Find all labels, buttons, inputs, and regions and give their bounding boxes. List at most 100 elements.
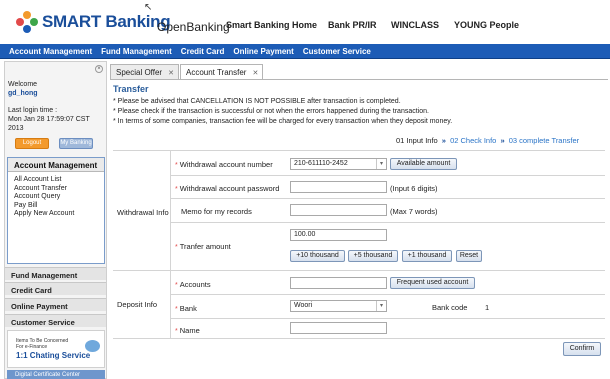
add-10-thousand-button[interactable]: +10 thousand xyxy=(290,250,345,262)
last-login-label: Last login time : xyxy=(8,107,58,114)
chevron-down-icon: ▾ xyxy=(376,301,386,311)
menu-online-payment[interactable]: Online Payment xyxy=(233,47,293,56)
step-input-info: 01 Input Info xyxy=(396,136,438,145)
last-login-value: Mon Jan 28 17:59:07 CST 2013 xyxy=(8,116,90,132)
tab-label: Special Offer xyxy=(116,68,163,77)
chat-bubble-icon xyxy=(85,340,100,352)
sidebar-menu-online-payment[interactable]: Online Payment xyxy=(5,298,106,311)
account-management-title: Account Management xyxy=(8,158,104,172)
recipient-name-label: * Name xyxy=(175,326,200,335)
required-mark: * xyxy=(175,244,178,251)
logo-icon xyxy=(16,11,38,33)
confirm-button[interactable]: Confirm xyxy=(563,342,601,356)
tab-content-border xyxy=(110,79,608,80)
memo-label: Memo for my records xyxy=(181,207,252,216)
transfer-steps: 01 Input Info » 02 Check Info » 03 compl… xyxy=(396,136,579,145)
step-arrow-icon: » xyxy=(500,136,505,145)
sidebar-menu-fund-management[interactable]: Fund Management xyxy=(5,267,106,280)
form-divider xyxy=(170,175,605,176)
memo-hint: (Max 7 words) xyxy=(390,207,438,216)
close-panel-icon[interactable]: × xyxy=(95,65,103,73)
form-divider xyxy=(113,338,605,339)
bank-value: Woori xyxy=(294,302,313,309)
tab-bar: Special Offer ✕ Account Transfer ✕ xyxy=(110,64,264,80)
transfer-amount-input[interactable]: 100.00 xyxy=(290,229,387,241)
nav-smart-banking-home[interactable]: Smart Banking Home xyxy=(226,20,317,30)
tab-special-offer[interactable]: Special Offer ✕ xyxy=(110,64,179,79)
menu-credit-card[interactable]: Credit Card xyxy=(181,47,225,56)
notice-cancellation: * Please be advised that CANCELLATION IS… xyxy=(113,98,401,105)
chat-service-banner[interactable]: Items To Be Concerned For e-Finance 1:1 … xyxy=(7,330,105,368)
close-icon[interactable]: ✕ xyxy=(168,70,174,77)
welcome-label: Welcome xyxy=(8,81,38,88)
digital-certificate-link[interactable]: Digital Certificate Center xyxy=(7,370,105,379)
withdrawal-account-select[interactable]: 210-611110-2452 ▾ xyxy=(290,158,387,170)
logout-button[interactable]: Logout xyxy=(15,138,49,149)
promo-caption: Items To Be Concerned For e-Finance xyxy=(16,338,69,350)
nav-bank-pr-ir[interactable]: Bank PR/IR xyxy=(328,20,377,30)
header: SMART Banking OpenBanking Smart Banking … xyxy=(0,0,610,44)
menu-account-management[interactable]: Account Management xyxy=(9,47,92,56)
sidebar-menu-credit-card[interactable]: Credit Card xyxy=(5,282,106,295)
required-mark: * xyxy=(175,162,178,169)
nav-young-people[interactable]: YOUNG People xyxy=(454,20,519,30)
required-mark: * xyxy=(175,282,178,289)
tab-account-transfer[interactable]: Account Transfer ✕ xyxy=(179,64,264,80)
mouse-cursor-icon: ↖ xyxy=(144,2,153,13)
step-arrow-icon: » xyxy=(441,136,446,145)
step-complete-transfer: 03 complete Transfer xyxy=(508,136,580,145)
sidebar-link-account-transfer[interactable]: Account Transfer xyxy=(14,185,104,194)
sidebar-link-account-query[interactable]: Account Query xyxy=(14,193,104,202)
sidebar-link-all-account-list[interactable]: All Account List xyxy=(14,176,104,185)
withdrawal-info-label: Withdrawal Info xyxy=(117,208,169,217)
page-title: Transfer xyxy=(113,84,149,94)
reset-amount-button[interactable]: Reset xyxy=(456,250,482,262)
brand-name: SMART Banking xyxy=(42,12,171,31)
sidebar-menu-customer-service[interactable]: Customer Service xyxy=(5,314,106,327)
recipient-name-input[interactable] xyxy=(290,322,387,334)
tab-label: Account Transfer xyxy=(185,68,247,77)
user-panel: × Welcome gd_hong Last login time : Mon … xyxy=(5,62,106,156)
openbanking-link[interactable]: OpenBanking xyxy=(157,20,230,34)
available-amount-button[interactable]: Available amount xyxy=(390,158,457,170)
main-menu-bar: Account Management Fund Management Credi… xyxy=(0,44,610,59)
sidebar-link-apply-new-account[interactable]: Apply New Account xyxy=(14,210,104,219)
withdrawal-account-number-label: * Withdrawal account number xyxy=(175,160,273,169)
nav-winclass[interactable]: WINCLASS xyxy=(391,20,439,30)
form-column-divider xyxy=(170,150,171,338)
chevron-down-icon: ▾ xyxy=(376,159,386,169)
bank-code-label: Bank code xyxy=(432,303,468,312)
my-banking-button[interactable]: My Banking xyxy=(59,138,93,149)
close-icon[interactable]: ✕ xyxy=(252,70,258,77)
username: gd_hong xyxy=(8,90,38,97)
sidebar-link-pay-bill[interactable]: Pay Bill xyxy=(14,202,104,211)
password-hint: (Input 6 digits) xyxy=(390,184,438,193)
form-divider xyxy=(170,318,605,319)
step-check-info: 02 Check Info xyxy=(450,136,497,145)
form-divider xyxy=(170,294,605,295)
add-5-thousand-button[interactable]: +5 thousand xyxy=(348,250,398,262)
notice-fee: * In terms of some companies, transactio… xyxy=(113,118,453,125)
form-divider xyxy=(113,150,605,151)
notice-errors: * Please check if the transaction is suc… xyxy=(113,108,429,115)
account-management-panel: Account Management All Account List Acco… xyxy=(7,157,105,264)
menu-customer-service[interactable]: Customer Service xyxy=(303,47,371,56)
promo-title: 1:1 Chating Service xyxy=(16,351,91,360)
deposit-account-input[interactable] xyxy=(290,277,387,289)
memo-input[interactable] xyxy=(290,204,387,216)
menu-fund-management[interactable]: Fund Management xyxy=(101,47,172,56)
logo[interactable]: SMART Banking xyxy=(16,11,171,33)
withdrawal-password-input[interactable] xyxy=(290,181,387,193)
required-mark: * xyxy=(175,186,178,193)
bank-select[interactable]: Woori ▾ xyxy=(290,300,387,312)
page: SMART Banking OpenBanking Smart Banking … xyxy=(0,0,610,379)
deposit-info-label: Deposit Info xyxy=(117,300,158,309)
bank-label: * Bank xyxy=(175,304,197,313)
required-mark: * xyxy=(175,328,178,335)
transfer-amount-label: * Tranfer amount xyxy=(175,242,231,251)
required-mark: * xyxy=(175,306,178,313)
sidebar: × Welcome gd_hong Last login time : Mon … xyxy=(4,61,107,379)
frequent-used-account-button[interactable]: Frequent used account xyxy=(390,277,475,289)
form-divider xyxy=(170,198,605,199)
add-1-thousand-button[interactable]: +1 thousand xyxy=(402,250,452,262)
